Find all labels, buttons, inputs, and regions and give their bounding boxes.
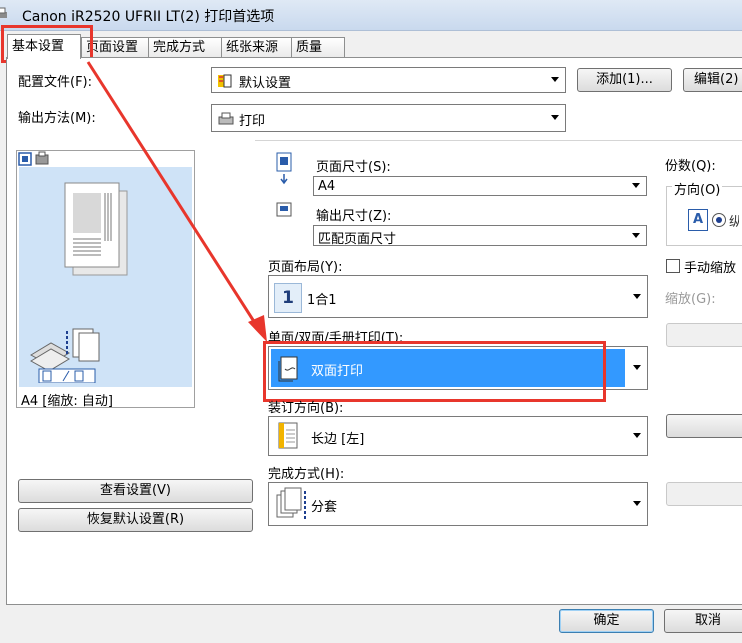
finishing-value: 分套 xyxy=(311,500,338,515)
chevron-down-icon xyxy=(551,115,559,120)
output-size-combo[interactable]: 匹配页面尺寸 xyxy=(313,225,647,247)
profile-combo[interactable]: 默认设置 xyxy=(211,67,566,93)
scaling-label: 缩放(G): xyxy=(665,292,716,307)
view-settings-button[interactable]: 查看设置(V) xyxy=(18,479,253,503)
preview-area xyxy=(19,167,192,387)
annotation-highlight-duplex xyxy=(263,341,606,402)
manual-scaling-label: 手动缩放 xyxy=(684,261,737,276)
preview-status: A4 [缩放: 自动] xyxy=(21,394,113,409)
profile-label: 配置文件(F): xyxy=(18,75,93,90)
page-layout-value: 1合1 xyxy=(307,293,337,308)
print-preview: A4 [缩放: 自动] xyxy=(16,150,195,409)
binding-edge-icon xyxy=(278,422,298,449)
finishing-preview-icon xyxy=(30,328,100,383)
chevron-down-icon xyxy=(633,293,641,299)
page-size-combo[interactable]: A4 xyxy=(313,176,647,196)
binding-label: 装订方向(B): xyxy=(268,401,344,416)
output-size-value: 匹配页面尺寸 xyxy=(318,232,397,247)
right-button-2[interactable] xyxy=(666,414,742,438)
page-layout-combo[interactable]: 1 1合1 xyxy=(268,275,648,318)
ok-button[interactable]: 确定 xyxy=(559,609,654,633)
page-layout-icon: 1 xyxy=(274,283,302,313)
portrait-icon: A xyxy=(688,209,708,231)
manual-scaling-checkbox[interactable] xyxy=(666,259,680,273)
title-bar: Canon iR2520 UFRII LT(2) 打印首选项 xyxy=(0,0,742,31)
chevron-down-icon xyxy=(551,77,559,82)
profile-value: 默认设置 xyxy=(239,76,292,91)
restore-defaults-button[interactable]: 恢复默认设置(R) xyxy=(18,508,253,532)
document-preview-icon xyxy=(64,182,128,276)
portrait-radio[interactable] xyxy=(712,213,726,227)
chevron-down-icon xyxy=(633,501,641,506)
add-profile-button[interactable]: 添加(1)... xyxy=(577,68,672,92)
chevron-down-icon xyxy=(633,365,641,370)
binding-value: 长边 [左] xyxy=(311,432,365,447)
right-disabled-button-3[interactable] xyxy=(666,482,742,506)
preview-mode-icon[interactable] xyxy=(18,151,56,167)
output-size-icon xyxy=(276,202,292,217)
finishing-label: 完成方式(H): xyxy=(268,467,345,482)
page-size-label: 页面尺寸(S): xyxy=(316,160,391,175)
profile-icon xyxy=(218,74,232,88)
right-disabled-button-1[interactable] xyxy=(666,323,742,347)
printer-icon xyxy=(0,7,7,18)
orientation-label: 方向(O) xyxy=(672,179,723,198)
chevron-down-icon xyxy=(632,183,640,188)
cancel-button[interactable]: 取消 xyxy=(664,609,742,633)
page-size-icon xyxy=(276,152,292,185)
output-size-label: 输出尺寸(Z): xyxy=(316,209,392,224)
output-method-label: 输出方法(M): xyxy=(18,111,96,126)
portrait-radio-label-cut: 纵 xyxy=(729,215,739,227)
chevron-down-icon xyxy=(632,232,640,238)
page-layout-label: 页面布局(Y): xyxy=(268,260,343,275)
separator xyxy=(255,140,742,141)
output-method-combo[interactable]: 打印 xyxy=(211,104,566,132)
binding-combo[interactable]: 长边 [左] xyxy=(268,416,648,456)
tab-finishing[interactable]: 完成方式 xyxy=(148,37,224,58)
window-title: Canon iR2520 UFRII LT(2) 打印首选项 xyxy=(22,9,275,25)
tab-quality[interactable]: 质量 xyxy=(291,37,345,58)
tab-paper-source[interactable]: 纸张来源 xyxy=(221,37,295,58)
output-method-value: 打印 xyxy=(239,114,266,129)
chevron-down-icon xyxy=(633,433,641,438)
print-icon xyxy=(218,112,234,125)
copies-label: 份数(Q): xyxy=(665,159,716,174)
tab-basic-settings[interactable]: 基本设置 xyxy=(7,34,81,59)
collate-icon xyxy=(276,487,306,521)
edit-profile-button[interactable]: 编辑(2) xyxy=(683,68,742,92)
page-size-value: A4 xyxy=(318,179,336,194)
finishing-combo[interactable]: 分套 xyxy=(268,482,648,526)
